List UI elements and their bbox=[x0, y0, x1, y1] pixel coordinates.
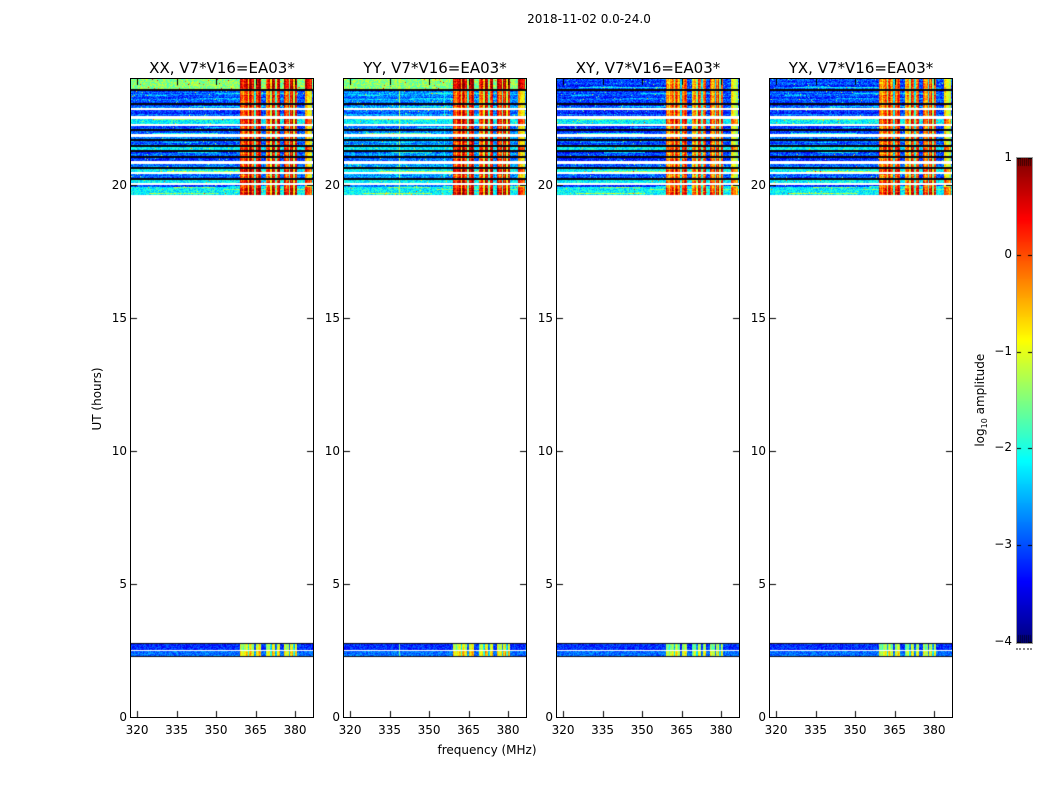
y-axis-label-text: UT (hours) bbox=[90, 367, 104, 431]
x-tick-label: 365 bbox=[244, 723, 268, 737]
colorbar-label: log10 amplitude bbox=[973, 325, 989, 475]
y-tick-label: 20 bbox=[324, 178, 340, 193]
spectrogram-panel-xx bbox=[130, 78, 314, 718]
y-tick-label: 5 bbox=[545, 577, 553, 592]
panel-title-xy: XY, V7*V16=EA03* bbox=[575, 59, 721, 77]
heatmap-xy bbox=[557, 79, 739, 717]
y-tick-label: 5 bbox=[332, 577, 340, 592]
y-tick-label: 10 bbox=[111, 444, 127, 459]
y-tick-label: 15 bbox=[111, 311, 127, 326]
x-tick-label: 320 bbox=[125, 723, 149, 737]
x-tick-label: 350 bbox=[630, 723, 654, 737]
colorbar-tick-label: −3 bbox=[994, 537, 1012, 551]
y-tick-label: 0 bbox=[545, 710, 553, 724]
x-tick-label: 380 bbox=[496, 723, 520, 737]
x-tick-label: 335 bbox=[591, 723, 615, 737]
x-tick-label: 350 bbox=[417, 723, 441, 737]
x-tick-label: 380 bbox=[709, 723, 733, 737]
spectrogram-figure: 2018-11-02 0.0-24.0 UT (hours) frequency… bbox=[0, 0, 1050, 800]
x-tick-label: 365 bbox=[883, 723, 907, 737]
x-tick-label: 335 bbox=[804, 723, 828, 737]
x-tick-label: 320 bbox=[551, 723, 575, 737]
y-tick-label: 20 bbox=[750, 178, 766, 193]
y-tick-label: 0 bbox=[119, 710, 127, 724]
colorbar-tick-label: 0 bbox=[1004, 247, 1012, 261]
colorbar-tick-label: −4 bbox=[994, 634, 1012, 648]
figure-title: 2018-11-02 0.0-24.0 bbox=[527, 12, 651, 26]
colorbar-gradient bbox=[1017, 158, 1032, 643]
heatmap-xx bbox=[131, 79, 313, 717]
colorbar-label-suffix: amplitude bbox=[972, 353, 987, 419]
x-tick-label: 365 bbox=[457, 723, 481, 737]
x-tick-label: 380 bbox=[283, 723, 307, 737]
x-tick-label: 350 bbox=[204, 723, 228, 737]
x-tick-label: 320 bbox=[764, 723, 788, 737]
y-tick-label: 10 bbox=[324, 444, 340, 459]
x-tick-label: 380 bbox=[922, 723, 946, 737]
y-tick-label: 0 bbox=[332, 710, 340, 724]
y-tick-label: 5 bbox=[119, 577, 127, 592]
panel-title-yx: YX, V7*V16=EA03* bbox=[788, 59, 934, 77]
x-tick-label: 335 bbox=[378, 723, 402, 737]
y-tick-label: 15 bbox=[750, 311, 766, 326]
panel-title-yy: YY, V7*V16=EA03* bbox=[363, 59, 507, 77]
x-tick-label: 320 bbox=[338, 723, 362, 737]
heatmap-yx bbox=[770, 79, 952, 717]
colorbar-label-prefix: log bbox=[972, 428, 987, 447]
y-tick-label: 15 bbox=[324, 311, 340, 326]
panel-title-xx: XX, V7*V16=EA03* bbox=[149, 59, 295, 77]
y-tick-label: 20 bbox=[537, 178, 553, 193]
colorbar-tick-label: 1 bbox=[1004, 150, 1012, 164]
y-tick-label: 10 bbox=[750, 444, 766, 459]
y-tick-label: 20 bbox=[111, 178, 127, 193]
y-tick-label: 5 bbox=[758, 577, 766, 592]
x-tick-label: 335 bbox=[165, 723, 189, 737]
y-tick-label: 15 bbox=[537, 311, 553, 326]
x-tick-label: 365 bbox=[670, 723, 694, 737]
y-tick-label: 10 bbox=[537, 444, 553, 459]
heatmap-yy bbox=[344, 79, 526, 717]
x-axis-label: frequency (MHz) bbox=[437, 743, 537, 757]
spectrogram-panel-yy bbox=[343, 78, 527, 718]
x-tick-label: 350 bbox=[843, 723, 867, 737]
spectrogram-panel-xy bbox=[556, 78, 740, 718]
colorbar-label-sub: 10 bbox=[980, 418, 990, 429]
spectrogram-panel-yx bbox=[769, 78, 953, 718]
y-tick-label: 0 bbox=[758, 710, 766, 724]
colorbar bbox=[1016, 157, 1033, 644]
colorbar-extend-dots-icon bbox=[1016, 648, 1032, 650]
